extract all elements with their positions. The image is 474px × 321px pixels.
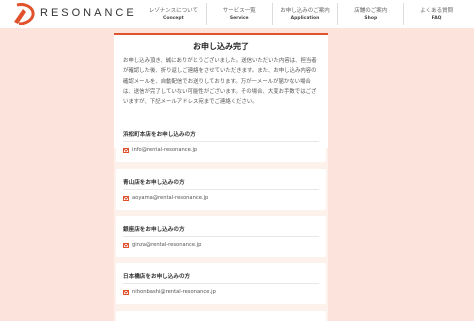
- nav-sublabel: Shop: [364, 15, 378, 21]
- mail-icon: [123, 242, 129, 248]
- store-title: 銀座店をお申し込みの方: [123, 227, 185, 233]
- nav-item-shop[interactable]: 店舗のご案内 Shop: [337, 3, 403, 25]
- store-card-ginza: 銀座店をお申し込みの方 ginza@rental-resonance.jp: [116, 216, 326, 257]
- nav-item-concept[interactable]: レゾナンスについて Concept: [141, 3, 206, 25]
- resonance-logo-icon[interactable]: [12, 3, 36, 25]
- completion-message: お申し込み頂き、誠にありがとうございました。送信いただいた内容は、担当者が確認し…: [123, 58, 317, 106]
- store-email: aoyama@rental-resonance.jp: [132, 195, 209, 201]
- nav-label: お申し込みのご案内: [280, 7, 330, 14]
- nav-label: よくある質問: [420, 7, 454, 14]
- store-email-link[interactable]: aoyama@rental-resonance.jp: [123, 195, 208, 201]
- nav-item-application[interactable]: お申し込みのご案内 Application: [271, 3, 338, 25]
- site-header: RESONANCE レゾナンスについて Concept サービス一覧 Servi…: [0, 0, 474, 28]
- store-title: 浜松町本店をお申し込みの方: [123, 132, 196, 138]
- page-title: お申し込み完了: [193, 42, 249, 51]
- store-email-link[interactable]: info@rental-resonance.jp: [123, 147, 197, 153]
- store-email-link[interactable]: nihonbashi@rental-resonance.jp: [123, 289, 216, 295]
- divider: [123, 283, 319, 284]
- divider: [123, 141, 319, 142]
- nav-sublabel: Application: [290, 15, 320, 21]
- nav-item-service[interactable]: サービス一覧 Service: [205, 3, 272, 25]
- nav-sublabel: Concept: [163, 15, 184, 21]
- store-email: nihonbashi@rental-resonance.jp: [132, 289, 216, 295]
- main-content: お申し込み完了 お申し込み頂き、誠にありがとうございました。送信いただいた内容は…: [114, 33, 328, 321]
- store-email: info@rental-resonance.jp: [132, 147, 198, 153]
- store-card-nihonbashi: 日本橋店をお申し込みの方 nihonbashi@rental-resonance…: [116, 263, 326, 304]
- nav-sublabel: Service: [229, 15, 249, 21]
- mail-icon: [123, 195, 129, 201]
- store-title: 日本橋店をお申し込みの方: [123, 274, 191, 280]
- nav-label: サービス一覧: [222, 7, 256, 14]
- store-card-partial: [116, 311, 326, 321]
- mail-icon: [123, 147, 129, 153]
- store-email: ginza@rental-resonance.jp: [132, 242, 202, 248]
- nav-item-faq[interactable]: よくある質問 FAQ: [403, 3, 469, 25]
- store-card-hamamatsucho: 浜松町本店をお申し込みの方 info@rental-resonance.jp: [116, 121, 326, 162]
- store-title: 青山店をお申し込みの方: [123, 180, 185, 186]
- store-email-link[interactable]: ginza@rental-resonance.jp: [123, 242, 201, 248]
- nav-label: 店舗のご案内: [354, 7, 388, 14]
- divider: [123, 189, 319, 190]
- store-card-aoyama: 青山店をお申し込みの方 aoyama@rental-resonance.jp: [116, 169, 326, 210]
- mail-icon: [123, 289, 129, 295]
- nav-label: レゾナンスについて: [148, 7, 199, 14]
- divider: [123, 236, 319, 237]
- nav-sublabel: FAQ: [431, 15, 442, 21]
- main-nav: レゾナンスについて Concept サービス一覧 Service お申し込みのご…: [141, 3, 469, 25]
- brand-name[interactable]: RESONANCE: [40, 7, 137, 19]
